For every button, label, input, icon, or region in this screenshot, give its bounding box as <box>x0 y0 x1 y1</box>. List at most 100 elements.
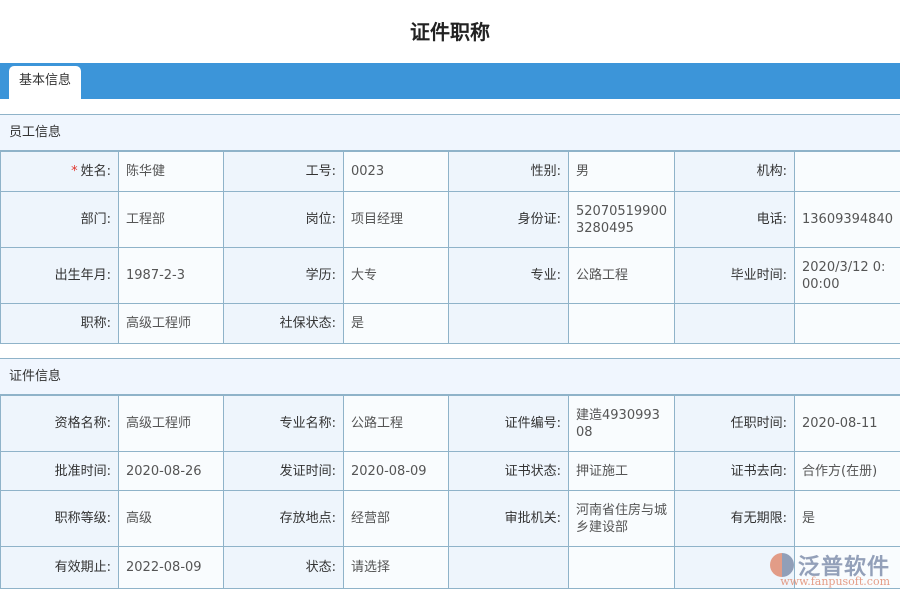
table-row: 资格名称: 高级工程师 专业名称: 公路工程 证件编号: 建造493099308 任职时间:… <box>1 396 900 452</box>
field-label <box>675 304 795 344</box>
field-label-text: 社保状态: <box>280 316 336 331</box>
field-label: 工号: <box>224 152 344 192</box>
field-value[interactable]: 合作方(在册) <box>795 452 900 491</box>
field-label: 证书状态: <box>449 452 569 491</box>
table-row: 职称等级: 高级 存放地点: 经营部审批机关:河南省住房与城乡建设部 有无期限: 是 <box>1 491 900 547</box>
field-label-text: 职称等级: <box>55 511 111 526</box>
field-label: 批准时间: <box>1 452 119 491</box>
field-label-text: 有效期止: <box>55 560 111 575</box>
field-label: 任职时间: <box>675 396 795 452</box>
field-label-text: 部门: <box>81 212 111 227</box>
field-value[interactable]: 押证施工 <box>569 452 675 491</box>
field-value[interactable]: 是 <box>344 304 449 344</box>
table-row: 出生年月: 1987-2-3学历:大专 专业: 公路工程毕业时间:2020/3/12 … <box>1 248 900 304</box>
field-label: 职称等级: <box>1 491 119 547</box>
field-value[interactable]: 建造493099308 <box>569 396 675 452</box>
field-label: 审批机关: <box>449 491 569 547</box>
table-row: 部门: 工程部 岗位: 项目经理 身份证: 520705199003280495 电话: 13… <box>1 192 900 248</box>
table-row: 职称: 高级工程师 社保状态: 是 <box>1 304 900 344</box>
field-label-text: 状态: <box>306 560 336 575</box>
field-label: 学历: <box>224 248 344 304</box>
field-label: 电话: <box>675 192 795 248</box>
field-label: 有效期止: <box>1 547 119 589</box>
field-label: *姓名: <box>1 152 119 192</box>
field-value[interactable]: 520705199003280495 <box>569 192 675 248</box>
field-value[interactable] <box>795 304 900 344</box>
field-label: 身份证: <box>449 192 569 248</box>
field-value[interactable]: 经营部 <box>344 491 449 547</box>
field-label-text: 专业名称: <box>280 416 336 431</box>
field-value[interactable]: 陈华健 <box>119 152 224 192</box>
field-value[interactable]: 1987-2-3 <box>119 248 224 304</box>
field-label: 存放地点: <box>224 491 344 547</box>
tab-basic-info[interactable]: 基本信息 <box>9 66 81 99</box>
field-label-text: 电话: <box>757 212 787 227</box>
field-value[interactable]: 工程部 <box>119 192 224 248</box>
field-label-text: 发证时间: <box>280 464 336 479</box>
field-label: 资格名称: <box>1 396 119 452</box>
field-label: 部门: <box>1 192 119 248</box>
section-header-employee: 员工信息 <box>0 114 900 151</box>
field-value[interactable]: 大专 <box>344 248 449 304</box>
field-value[interactable] <box>795 152 900 192</box>
field-label: 性别: <box>449 152 569 192</box>
field-label-text: 职称: <box>81 316 111 331</box>
field-value[interactable]: 13609394840 <box>795 192 900 248</box>
field-label: 毕业时间: <box>675 248 795 304</box>
field-label-text: 工号: <box>306 164 336 179</box>
field-value[interactable]: 男 <box>569 152 675 192</box>
field-label-text: 存放地点: <box>280 511 336 526</box>
field-value[interactable]: 2022-08-09 <box>119 547 224 589</box>
page-title: 证件职称 <box>0 0 900 63</box>
field-label-text: 专业: <box>531 268 561 283</box>
field-label: 职称: <box>1 304 119 344</box>
field-label-text: 姓名: <box>81 164 111 179</box>
field-label: 出生年月: <box>1 248 119 304</box>
field-value[interactable]: 2020/3/12 0:00:00 <box>795 248 900 304</box>
field-label: 专业: <box>449 248 569 304</box>
field-label-text: 岗位: <box>306 212 336 227</box>
table-row: 批准时间: 2020-08-26 发证时间: 2020-08-09证书状态:押证施工证… <box>1 452 900 491</box>
field-value[interactable]: 2020-08-26 <box>119 452 224 491</box>
field-label-text: 资格名称: <box>55 416 111 431</box>
field-label: 发证时间: <box>224 452 344 491</box>
field-label: 机构: <box>675 152 795 192</box>
field-label-text: 出生年月: <box>55 268 111 283</box>
field-value[interactable]: 高级 <box>119 491 224 547</box>
field-label: 证书去向: <box>675 452 795 491</box>
field-value[interactable]: 公路工程 <box>569 248 675 304</box>
field-value[interactable]: 项目经理 <box>344 192 449 248</box>
field-value[interactable]: 河南省住房与城乡建设部 <box>569 491 675 547</box>
field-label-text: 机构: <box>757 164 787 179</box>
field-value[interactable]: 高级工程师 <box>119 304 224 344</box>
field-value[interactable]: 0023 <box>344 152 449 192</box>
field-value[interactable]: 2020-08-11 <box>795 396 900 452</box>
certificate-info-table: 资格名称: 高级工程师 专业名称: 公路工程 证件编号: 建造493099308 任职时间:… <box>0 395 900 589</box>
field-value[interactable]: 2020-08-09 <box>344 452 449 491</box>
field-label-text: 批准时间: <box>55 464 111 479</box>
field-label-text: 任职时间: <box>731 416 787 431</box>
field-label: 状态: <box>224 547 344 589</box>
field-label <box>449 547 569 589</box>
field-label-text: 有无期限: <box>731 511 787 526</box>
table-row: *姓名:陈华健工号:0023性别:男机构: <box>1 152 900 192</box>
field-value[interactable]: 公路工程 <box>344 396 449 452</box>
field-value[interactable]: 高级工程师 <box>119 396 224 452</box>
employee-info-table: *姓名:陈华健工号:0023性别:男机构:部门:工程部岗位:项目经理身份证:52… <box>0 151 900 344</box>
fanpu-logo-icon <box>770 553 794 577</box>
field-label-text: 性别: <box>531 164 561 179</box>
table-row: 有效期止: 2022-08-09 状态: 请选择 <box>1 547 900 589</box>
field-value[interactable]: 是 <box>795 491 900 547</box>
field-value[interactable]: 请选择 <box>344 547 449 589</box>
field-label: 证件编号: <box>449 396 569 452</box>
tab-bar: 基本信息 <box>0 63 900 99</box>
watermark-logo: 泛普软件 www.fanpusoft.com <box>770 549 890 581</box>
required-mark: * <box>71 164 78 179</box>
field-label-text: 身份证: <box>518 212 561 227</box>
field-label <box>449 304 569 344</box>
field-label-text: 证件编号: <box>505 416 561 431</box>
field-label: 岗位: <box>224 192 344 248</box>
field-label: 有无期限: <box>675 491 795 547</box>
field-value[interactable] <box>569 547 675 589</box>
field-value[interactable] <box>569 304 675 344</box>
